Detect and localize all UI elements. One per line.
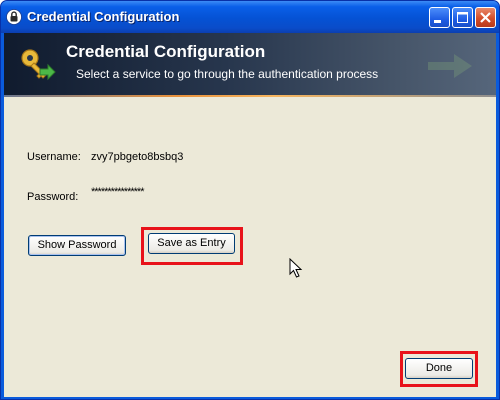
lock-icon xyxy=(6,9,22,25)
show-password-button[interactable]: Show Password xyxy=(28,235,126,256)
dialog-body: Credential Configuration Select a servic… xyxy=(4,33,496,397)
header-banner: Credential Configuration Select a servic… xyxy=(4,33,496,97)
password-label: Password: xyxy=(27,191,79,203)
key-icon xyxy=(21,49,56,81)
window-title: Credential Configuration xyxy=(27,9,180,24)
title-bar[interactable]: Credential Configuration xyxy=(1,1,499,33)
close-icon xyxy=(480,12,491,23)
username-value: zvy7pbgeto8bsbq3 xyxy=(91,151,184,163)
done-button[interactable]: Done xyxy=(405,358,473,379)
maximize-button[interactable] xyxy=(452,7,473,28)
username-label: Username: xyxy=(27,151,81,163)
close-button[interactable] xyxy=(475,7,496,28)
password-value: **************** xyxy=(91,186,144,198)
header-title: Credential Configuration xyxy=(66,42,266,61)
save-as-entry-button[interactable]: Save as Entry xyxy=(148,233,235,254)
header-subtitle: Select a service to go through the authe… xyxy=(76,67,379,81)
minimize-icon xyxy=(434,20,441,23)
header-divider xyxy=(4,95,496,97)
mouse-cursor-icon xyxy=(289,258,303,278)
credential-configuration-window: Credential Configuration Credential Conf… xyxy=(0,0,500,400)
maximize-icon xyxy=(457,12,468,23)
minimize-button[interactable] xyxy=(429,7,450,28)
arrow-decoration-icon xyxy=(428,54,472,78)
